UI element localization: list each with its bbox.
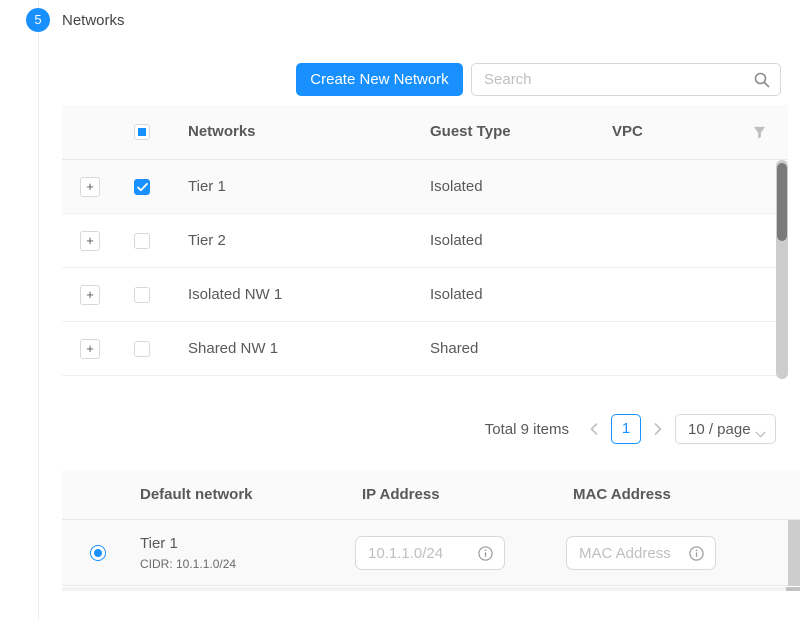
expand-row-button[interactable]: +	[80, 231, 100, 251]
network-name: Tier 1	[188, 178, 226, 195]
expand-row-button[interactable]: +	[80, 285, 100, 305]
column-header-mac-address: MAC Address	[573, 486, 671, 503]
ip-address-field[interactable]	[355, 536, 505, 570]
default-network-radio[interactable]	[90, 545, 106, 561]
column-header-guest-type: Guest Type	[430, 123, 511, 140]
filter-icon[interactable]	[753, 126, 766, 139]
column-header-networks: Networks	[188, 123, 256, 140]
select-all-checkbox[interactable]	[134, 124, 150, 140]
create-new-network-button[interactable]: Create New Network	[296, 63, 463, 96]
guest-type: Isolated	[430, 286, 483, 303]
expand-row-button[interactable]: +	[80, 177, 100, 197]
search-box[interactable]	[471, 63, 781, 96]
network-name: Shared NW 1	[188, 340, 278, 357]
table-scrollbar-track[interactable]	[776, 160, 788, 379]
mac-address-field[interactable]	[566, 536, 716, 570]
row-checkbox[interactable]	[134, 341, 150, 357]
step-number-badge: 5	[26, 8, 50, 32]
default-network-table-header: Default network IP Address MAC Address	[62, 470, 800, 520]
table-row[interactable]: + Shared NW 1 Shared	[62, 322, 788, 376]
table-row[interactable]: + Tier 2 Isolated	[62, 214, 788, 268]
pagination-total: Total 9 items	[485, 421, 569, 438]
network-name: Isolated NW 1	[188, 286, 282, 303]
table-scrollbar-thumb[interactable]	[777, 163, 787, 241]
default-network-row[interactable]: Tier 1 CIDR: 10.1.1.0/24	[62, 520, 800, 586]
pagination: Total 9 items 1 10 / page	[62, 413, 776, 445]
column-header-default-network: Default network	[140, 486, 253, 503]
row-checkbox[interactable]	[134, 287, 150, 303]
scrollbar-corner	[786, 587, 800, 591]
default-network-name: Tier 1	[140, 535, 178, 552]
table-row[interactable]: + Tier 1 Isolated	[62, 160, 788, 214]
chevron-down-icon	[755, 425, 766, 443]
guest-type: Isolated	[430, 178, 483, 195]
column-header-ip-address: IP Address	[362, 486, 440, 503]
page-size-select[interactable]: 10 / page	[675, 414, 776, 444]
search-input[interactable]	[472, 64, 780, 95]
page-1-button[interactable]: 1	[611, 414, 641, 444]
guest-type: Isolated	[430, 232, 483, 249]
row-checkbox-checked[interactable]	[134, 179, 150, 195]
search-icon[interactable]	[754, 72, 770, 88]
networks-wizard-step: 5 Networks Create New Network Networks G…	[0, 0, 805, 628]
networks-table-body: + Tier 1 Isolated + Tier 2 Isolated + Is…	[62, 160, 788, 379]
row-checkbox[interactable]	[134, 233, 150, 249]
table-scrollbar-track[interactable]	[788, 520, 800, 586]
page-size-value: 10 / page	[688, 421, 751, 438]
network-name: Tier 2	[188, 232, 226, 249]
wizard-step-connector	[38, 0, 39, 620]
step-title: Networks	[62, 12, 125, 29]
info-icon	[689, 546, 704, 561]
horizontal-scrollbar-track[interactable]	[62, 587, 800, 591]
column-header-vpc: VPC	[612, 123, 643, 140]
networks-table: Networks Guest Type VPC + Tier 1 Isolate…	[62, 105, 788, 379]
default-network-cidr: CIDR: 10.1.1.0/24	[140, 557, 236, 571]
expand-row-button[interactable]: +	[80, 339, 100, 359]
info-icon	[478, 546, 493, 561]
table-row[interactable]: + Isolated NW 1 Isolated	[62, 268, 788, 322]
guest-type: Shared	[430, 340, 478, 357]
default-network-table: Default network IP Address MAC Address T…	[62, 470, 800, 586]
networks-table-header: Networks Guest Type VPC	[62, 105, 788, 160]
next-page-button[interactable]	[649, 414, 667, 444]
prev-page-button[interactable]	[585, 414, 603, 444]
